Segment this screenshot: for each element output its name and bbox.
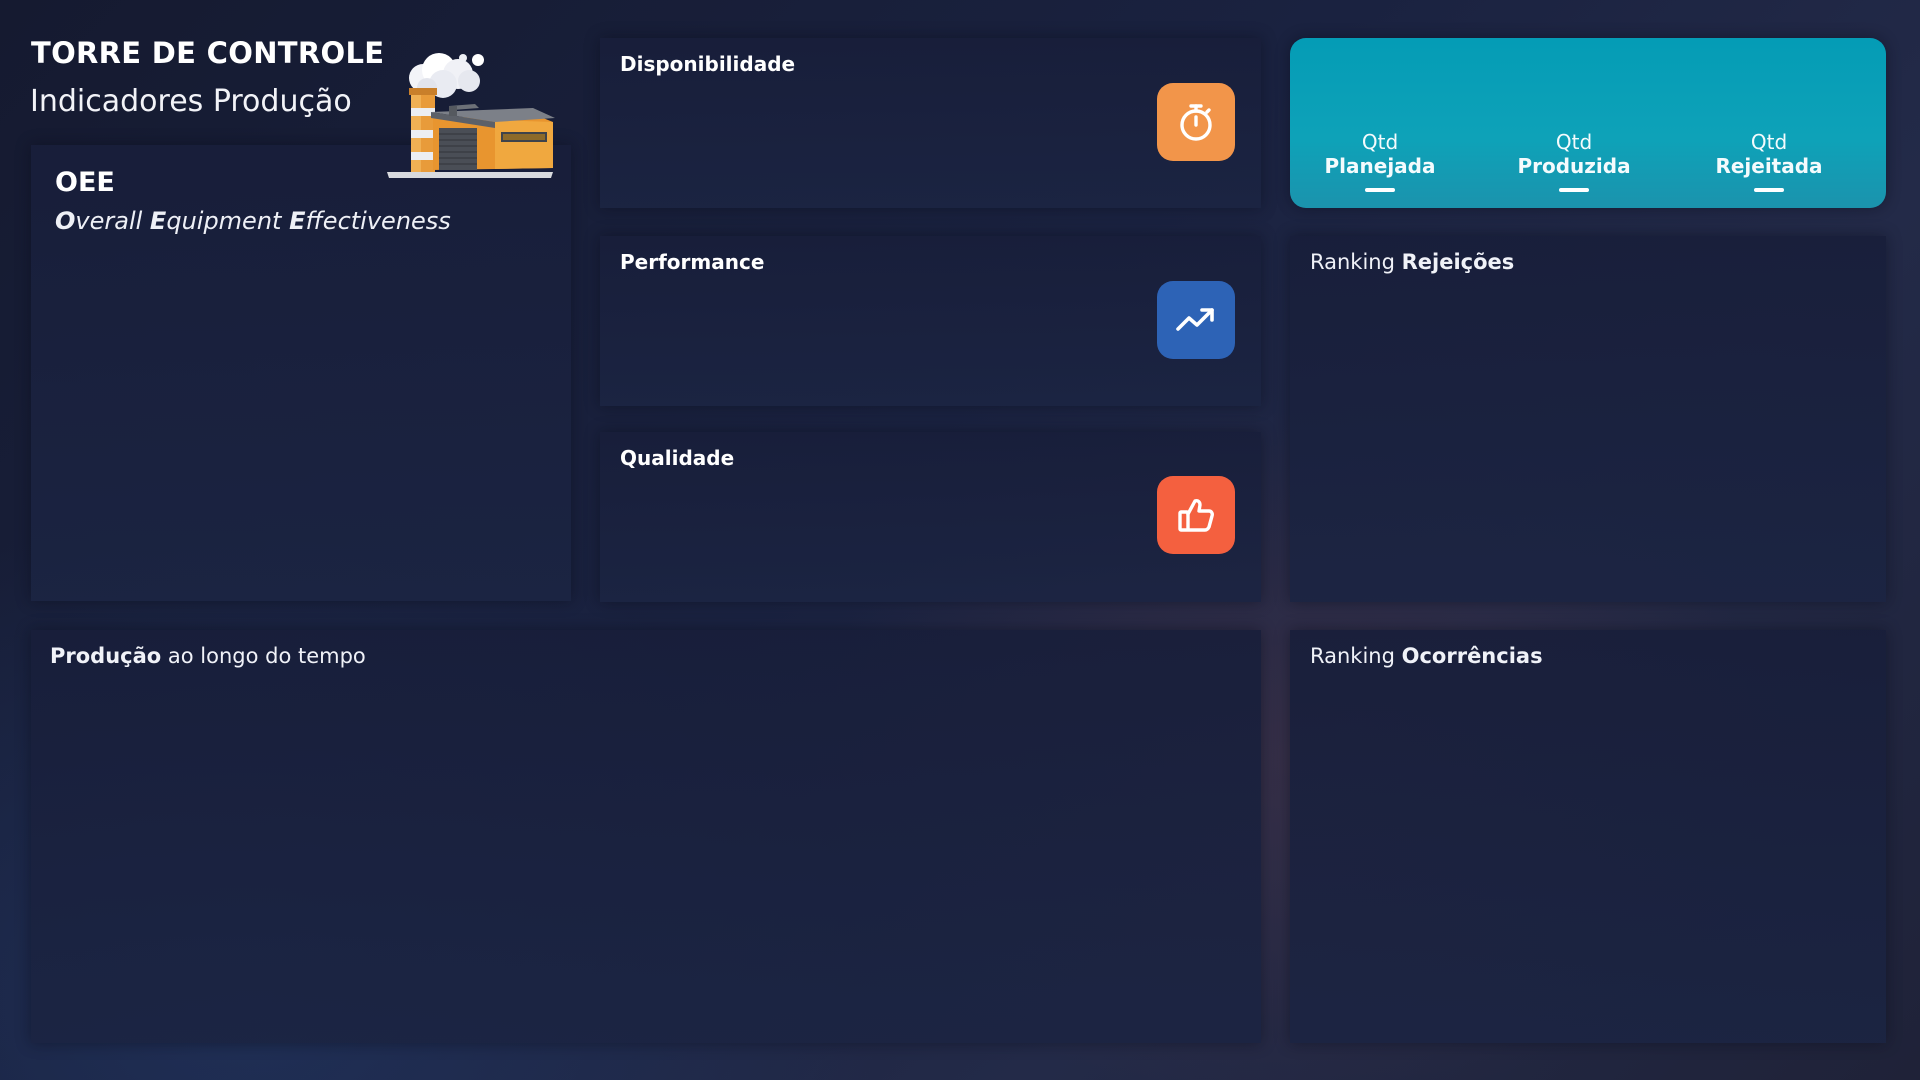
ranking-label: Rejeições [1401, 250, 1515, 274]
oee-heading: OEE [55, 167, 115, 198]
kpi-label: Planejada [1324, 154, 1436, 178]
ranking-prefix: Ranking [1310, 250, 1402, 274]
kpi-qtd-planejada: Qtd Planejada [1320, 130, 1440, 192]
quantity-kpi-panel: Qtd Planejada Qtd Produzida Qtd Rejeitad… [1290, 38, 1886, 208]
kpi-value-placeholder [1754, 188, 1784, 192]
ranking-ocorrencias-panel: Ranking Ocorrências [1290, 630, 1886, 1043]
kpi-qtd-rejeitada: Qtd Rejeitada [1704, 130, 1834, 192]
page-title: TORRE DE CONTROLE [31, 36, 385, 70]
page-subtitle: Indicadores Produção [30, 84, 352, 119]
kpi-qtd-produzida: Qtd Produzida [1514, 130, 1634, 192]
stopwatch-icon [1157, 83, 1235, 161]
kpi-value-placeholder [1365, 188, 1395, 192]
trending-up-icon [1157, 281, 1235, 359]
oee-panel: OEE Overall Equipment Effectiveness [31, 145, 571, 601]
kpi-label: Rejeitada [1715, 154, 1823, 178]
oee-word-rest-2: quipment [166, 207, 290, 235]
thumbs-up-icon [1157, 476, 1235, 554]
oee-full-name: Overall Equipment Effectiveness [55, 207, 451, 235]
kpi-value-placeholder [1559, 188, 1589, 192]
producao-rest: ao longo do tempo [161, 644, 366, 668]
ranking-rejeicoes-panel: Ranking Rejeições [1290, 236, 1886, 602]
oee-initial-e2: E [289, 207, 306, 235]
kpi-prefix: Qtd [1361, 130, 1399, 154]
disponibilidade-card: Disponibilidade [600, 38, 1261, 208]
oee-initial-o: O [55, 207, 76, 235]
oee-word-rest-1: verall [75, 207, 150, 235]
ranking-rejeicoes-title: Ranking Rejeições [1310, 250, 1514, 274]
factory-illustration [387, 53, 555, 178]
kpi-prefix: Qtd [1555, 130, 1593, 154]
oee-word-rest-3: ffectiveness [305, 207, 451, 235]
producao-panel: Produção ao longo do tempo [31, 630, 1261, 1043]
producao-label: Produção [50, 644, 162, 668]
ranking-ocorrencias-title: Ranking Ocorrências [1310, 644, 1543, 668]
kpi-prefix: Qtd [1750, 130, 1788, 154]
producao-title: Produção ao longo do tempo [50, 644, 366, 668]
disponibilidade-title: Disponibilidade [620, 52, 796, 76]
performance-card: Performance [600, 236, 1261, 406]
ranking-label: Ocorrências [1401, 644, 1543, 668]
kpi-label: Produzida [1517, 154, 1631, 178]
qualidade-title: Qualidade [620, 446, 735, 470]
oee-initial-e1: E [149, 207, 167, 235]
ranking-prefix: Ranking [1310, 644, 1402, 668]
performance-title: Performance [620, 250, 765, 274]
qualidade-card: Qualidade [600, 432, 1261, 602]
